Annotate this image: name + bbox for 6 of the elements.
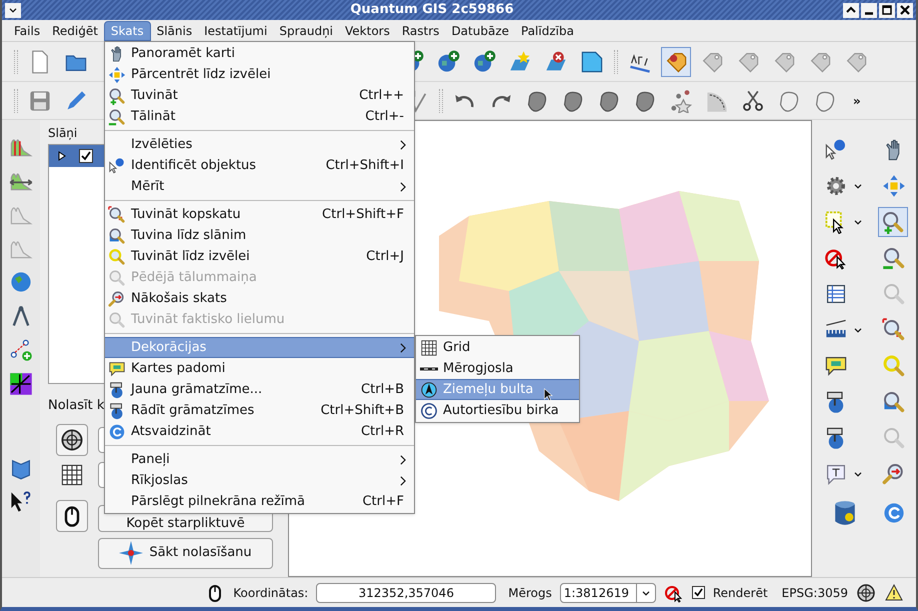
panel-title: Slāņi [48,125,78,142]
panel-title: Nolasīt k [48,397,104,415]
render-label: Renderēt [712,584,768,602]
coordinates-label: Koordinātas: [233,584,308,602]
window-title: Quantum GIS 2c59866 [350,2,514,18]
scale-label: Mērogs [508,584,552,602]
